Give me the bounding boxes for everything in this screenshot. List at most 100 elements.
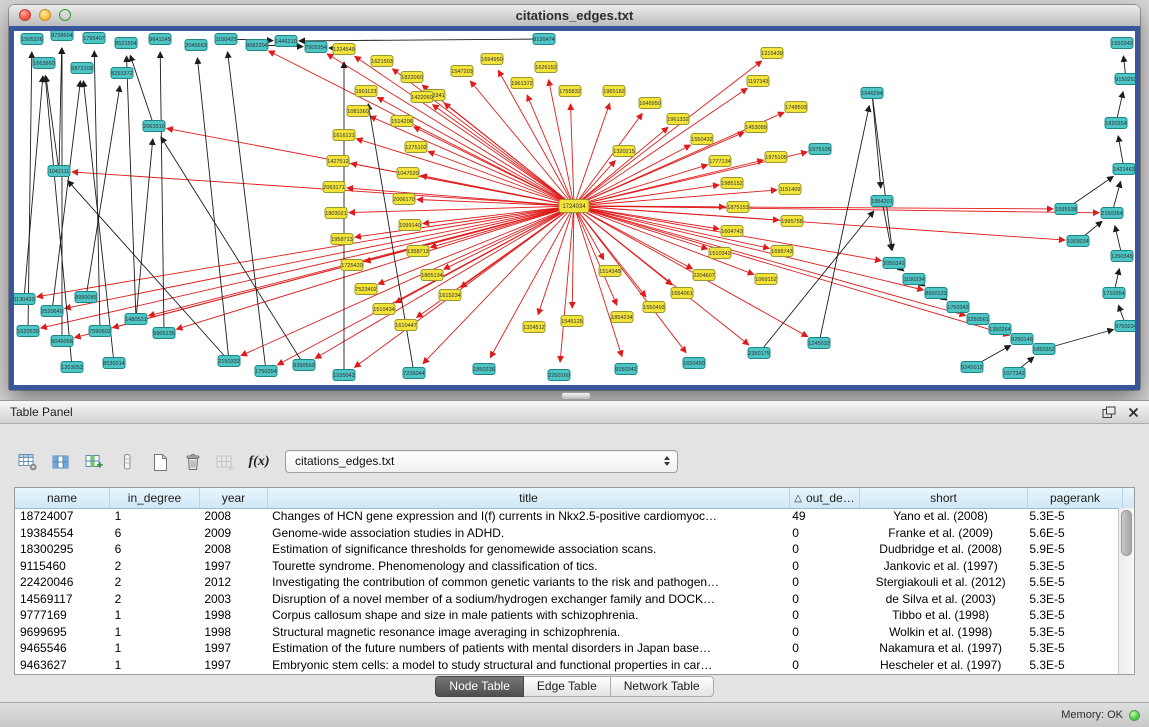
graph-node[interactable]: 1250345 [1111,251,1133,262]
graph-edge[interactable] [299,39,544,41]
graph-node[interactable]: 2063310 [143,121,165,132]
graph-node[interactable]: 1150234 [903,274,925,285]
graph-node[interactable]: 1427512 [327,156,349,167]
graph-node[interactable]: 1805134 [421,270,443,281]
graph-edge[interactable] [560,206,574,362]
graph-node[interactable]: 1130433 [14,294,35,305]
graph-node[interactable]: 1958713 [331,234,353,245]
table-row[interactable]: 1456911722003Disruption of a novel membe… [15,591,1119,608]
graph-node[interactable]: 9046068 [51,336,73,347]
zoom-button[interactable] [59,9,71,21]
graph-edge[interactable] [872,93,881,188]
graph-node[interactable]: 9150342 [615,364,637,375]
graph-edge[interactable] [356,139,574,206]
graph-node[interactable]: 1724034 [559,200,589,213]
graph-node[interactable]: 9738604 [51,31,73,41]
graph-edge[interactable] [197,58,229,361]
graph-node[interactable]: 9872109 [71,63,93,74]
graph-edge[interactable] [444,103,574,206]
graph-node[interactable]: 9750234 [1115,321,1135,332]
graph-edge[interactable] [86,86,120,297]
graph-node[interactable]: 1150423 [215,34,237,45]
graph-node[interactable]: 1646294 [861,88,883,99]
graph-node[interactable]: 1505326 [21,34,43,45]
graph-node[interactable]: 1965182 [603,86,625,97]
graph-node[interactable]: 1042111 [48,166,70,177]
column-header-pagerank[interactable]: pagerank [1028,488,1123,508]
graph-node[interactable]: 1077342 [1003,368,1025,379]
graph-node[interactable]: 2150332 [218,356,240,367]
close-panel-icon[interactable] [1128,407,1139,418]
graph-node[interactable]: 7905354 [305,42,327,53]
graph-node[interactable]: 1795407 [83,33,105,44]
graph-node[interactable]: 1595938 [1055,204,1077,215]
table-row[interactable]: 911546021997Tourette syndrome. Phenomeno… [15,558,1119,575]
graph-node[interactable]: 1099140 [399,220,421,231]
graph-node[interactable]: 1610447 [395,320,417,331]
graph-node[interactable]: 8130474 [533,34,555,45]
graph-edge[interactable] [24,76,43,299]
graph-node[interactable]: 1935042 [333,370,355,381]
graph-node[interactable]: 2050342 [883,258,905,269]
graph-edge[interactable] [355,206,575,367]
graph-edge[interactable] [819,106,869,343]
graph-edge[interactable] [228,52,266,371]
graph-edge[interactable] [65,206,574,308]
delete-column-button[interactable] [115,449,139,475]
graph-node[interactable]: 1850352 [1033,344,1055,355]
graph-node[interactable]: 1215439 [761,48,783,59]
graph-node[interactable]: 1550432 [691,134,713,145]
graph-node[interactable]: 8650123 [925,288,947,299]
graph-node[interactable]: 1151409 [779,184,801,195]
graph-node[interactable]: 1224549 [333,44,355,55]
graph-node[interactable]: 1245032 [808,338,830,349]
graph-node[interactable]: 2250160 [548,370,570,381]
graph-node[interactable]: 9082204 [246,40,268,51]
tab-edge-table[interactable]: Edge Table [524,676,611,697]
graph-edge[interactable] [41,206,574,328]
graph-node[interactable]: 1550342 [1111,38,1133,49]
network-canvas[interactable]: 1724034150532697386041795407852150496412… [14,31,1135,385]
graph-node[interactable]: 9250146 [1011,334,1033,345]
graph-node[interactable]: 1275102 [405,142,427,153]
graph-node[interactable]: 8253372 [111,68,133,79]
table-mode-button[interactable] [16,449,40,475]
graph-node[interactable]: 1901123 [355,86,377,97]
float-panel-icon[interactable] [1102,406,1116,419]
graph-node[interactable]: 2063171 [323,182,345,193]
column-header-in_degree[interactable]: in_degree [110,488,200,508]
panel-divider-grip[interactable] [561,392,591,400]
show-columns-button[interactable] [49,449,73,475]
graph-node[interactable]: 1748503 [785,102,807,113]
delete-table-button[interactable] [181,449,205,475]
graph-node[interactable]: 1514206 [391,116,413,127]
graph-node[interactable]: 1621503 [371,56,393,67]
graph-node[interactable]: 1203052 [61,362,83,373]
graph-edge[interactable] [327,54,574,206]
memory-status[interactable]: Memory: OK [1061,703,1140,727]
table-row[interactable]: 1830029562008Estimation of significance … [15,541,1119,558]
graph-node[interactable]: 1358713 [407,246,429,257]
graph-node[interactable]: 1850236 [473,364,495,375]
graph-node[interactable]: 1803021 [325,208,347,219]
graph-edge[interactable] [355,56,574,206]
graph-edge[interactable] [130,55,154,126]
graph-node[interactable]: 1663860 [33,58,55,69]
import-table-button[interactable] [214,449,238,475]
graph-edge[interactable] [470,81,574,206]
graph-node[interactable]: 2350175 [748,348,770,359]
tab-network-table[interactable]: Network Table [611,676,714,697]
graph-node[interactable]: 1545125 [561,316,583,327]
graph-node[interactable]: 1620530 [17,326,39,337]
close-button[interactable] [19,9,31,21]
scrollbar-thumb[interactable] [1121,510,1132,556]
table-row[interactable]: 946554611997Estimation of the future num… [15,640,1119,657]
graph-edge[interactable] [549,80,574,206]
graph-node[interactable]: 9350560 [293,360,315,371]
graph-node[interactable]: 1777134 [709,156,731,167]
graph-edge[interactable] [574,206,966,316]
graph-node[interactable]: 9905135 [153,328,175,339]
graph-node[interactable]: 1750342 [947,302,969,313]
graph-node[interactable]: 2150364 [1101,208,1123,219]
graph-edge[interactable] [161,137,304,365]
